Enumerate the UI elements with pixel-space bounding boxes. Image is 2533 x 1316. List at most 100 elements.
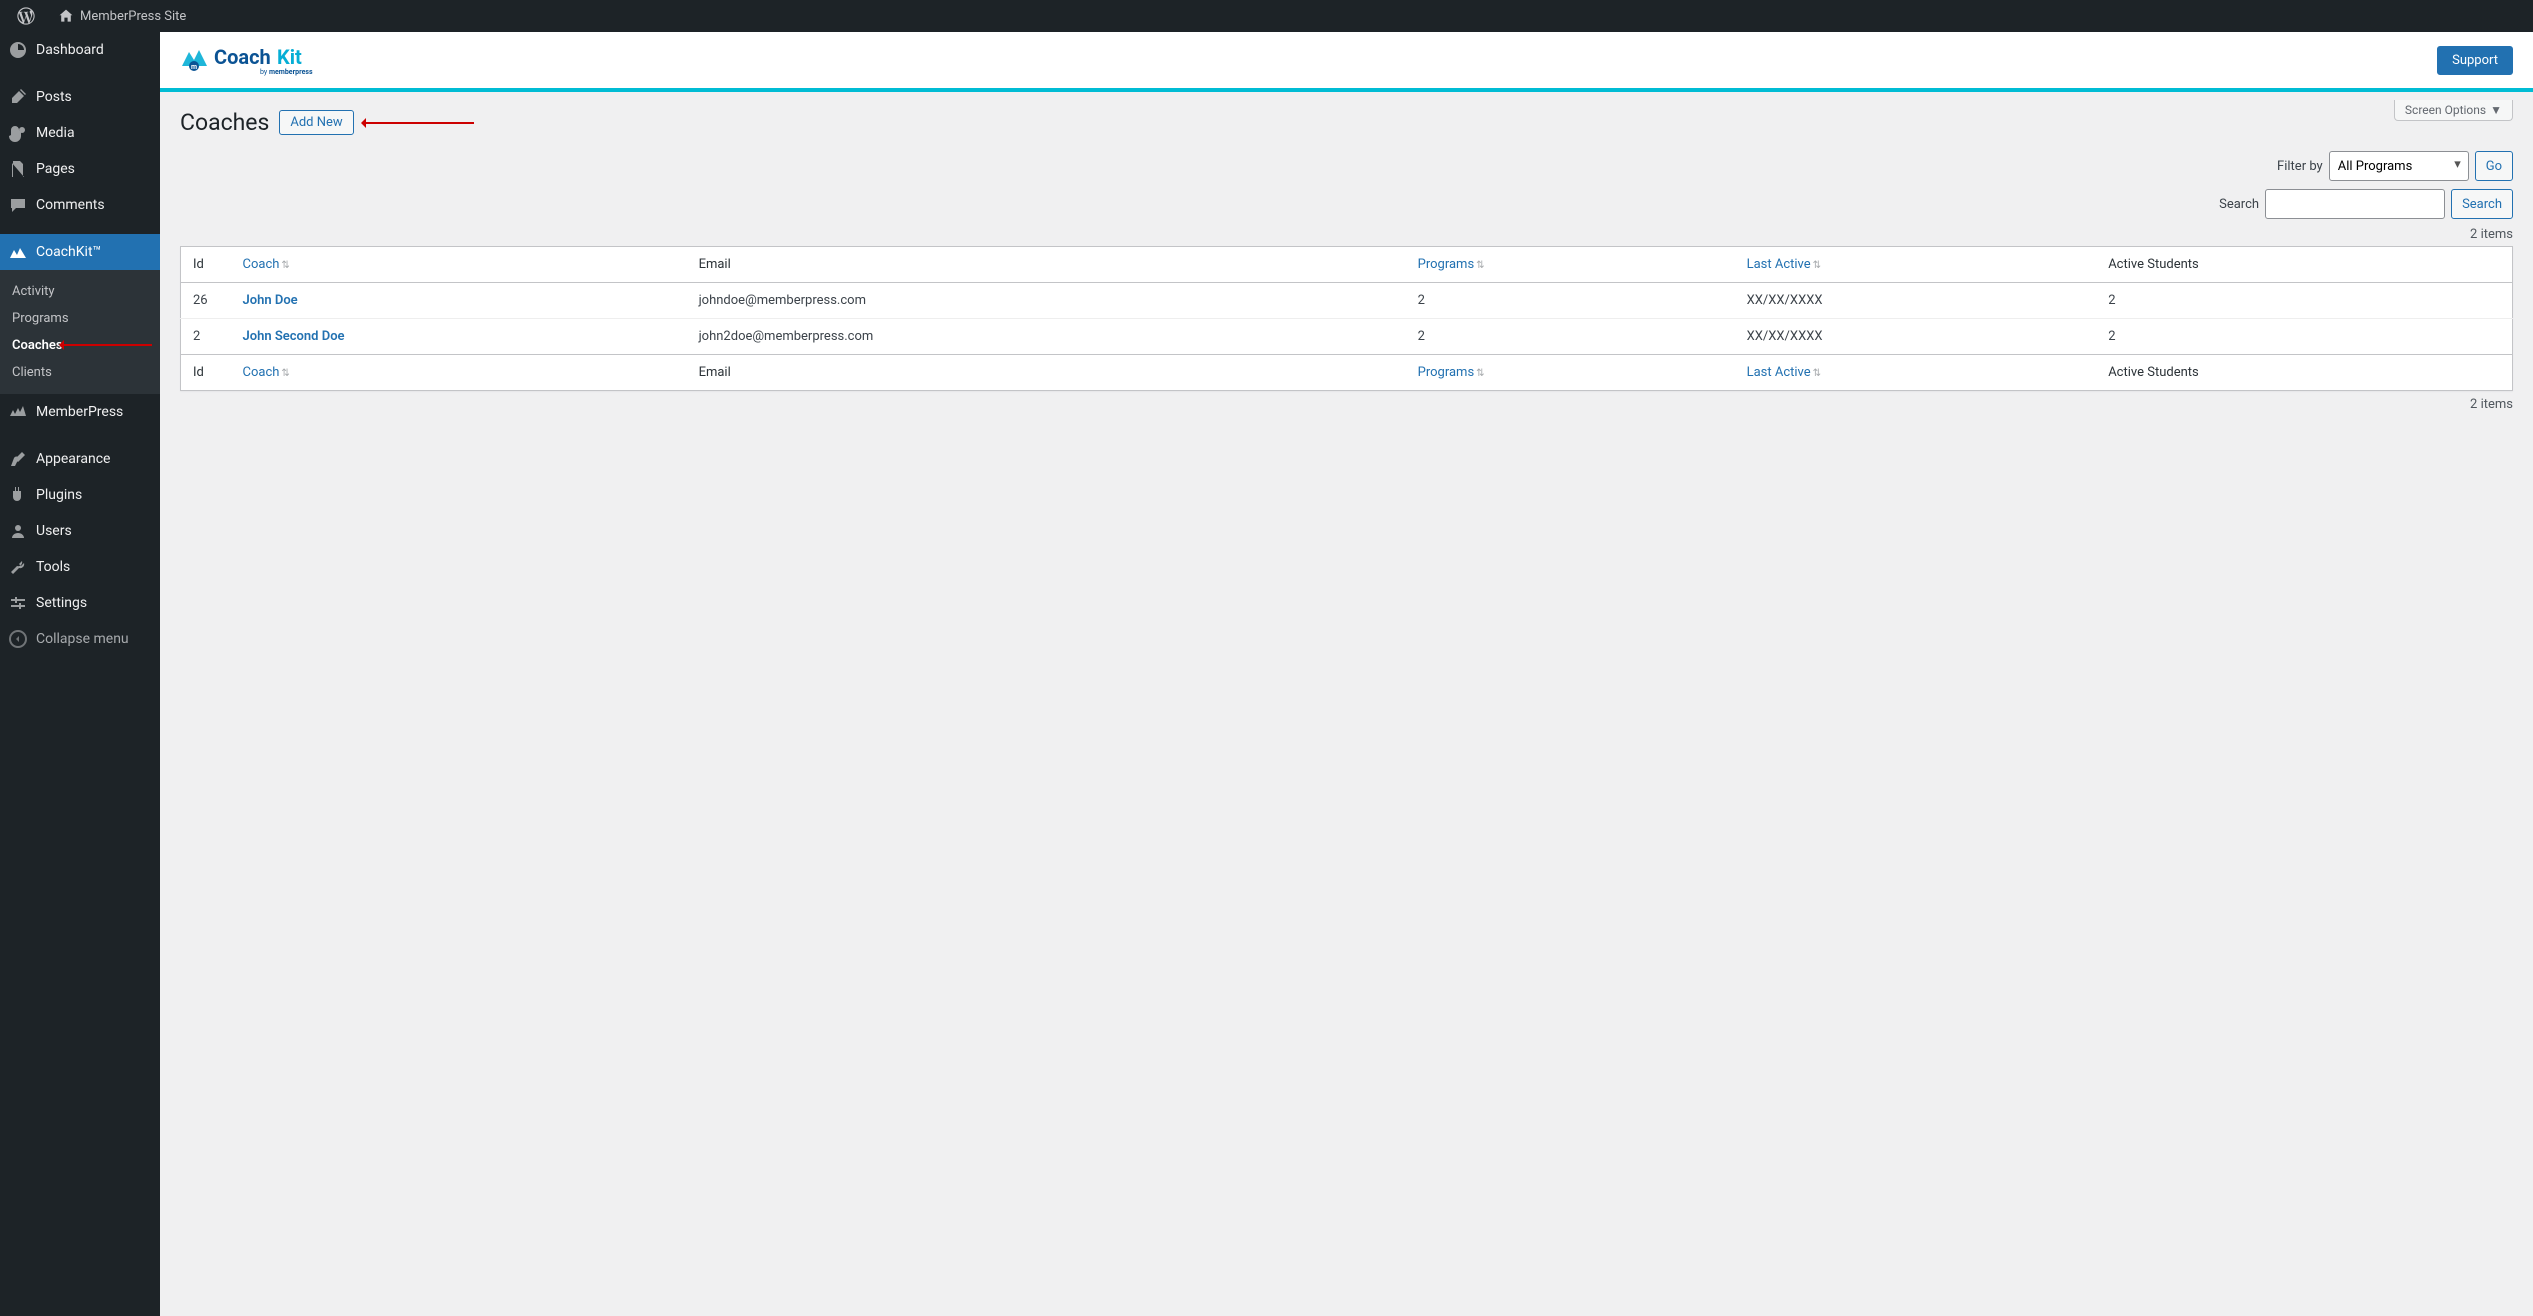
col-footer-id: Id xyxy=(181,355,231,391)
cell-programs: 2 xyxy=(1406,283,1735,319)
svg-text:Kit: Kit xyxy=(277,45,302,69)
tools-icon xyxy=(8,557,28,577)
col-footer-email: Email xyxy=(687,355,1406,391)
menu-label: Settings xyxy=(36,595,87,611)
menu-memberpress[interactable]: MemberPress xyxy=(0,394,160,430)
col-footer-last-active[interactable]: Last Active⇅ xyxy=(1735,355,2097,391)
menu-plugins[interactable]: Plugins xyxy=(0,477,160,513)
sort-icon: ⇅ xyxy=(1813,260,1821,271)
menu-label: Plugins xyxy=(36,487,82,503)
chevron-down-icon: ▼ xyxy=(2490,103,2502,117)
svg-text:Coach: Coach xyxy=(214,45,271,69)
cell-email: johndoe@memberpress.com xyxy=(687,283,1406,319)
menu-label: CoachKit™ xyxy=(36,244,101,260)
submenu-coaches[interactable]: Coaches xyxy=(0,332,160,359)
svg-text:by memberpress: by memberpress xyxy=(260,68,313,76)
coachkit-logo: m Coach Kit by memberpress xyxy=(180,42,360,78)
filter-go-button[interactable]: Go xyxy=(2475,151,2513,181)
cell-last-active: XX/XX/XXXX xyxy=(1735,283,2097,319)
menu-comments[interactable]: Comments xyxy=(0,187,160,223)
table-row: 2 John Second Doe john2doe@memberpress.c… xyxy=(181,319,2513,355)
items-count-bottom: 2 items xyxy=(180,397,2513,412)
col-footer-programs[interactable]: Programs⇅ xyxy=(1406,355,1735,391)
cell-programs: 2 xyxy=(1406,319,1735,355)
search-button[interactable]: Search xyxy=(2451,189,2513,219)
col-footer-active-students: Active Students xyxy=(2096,355,2512,391)
cell-last-active: XX/XX/XXXX xyxy=(1735,319,2097,355)
submenu-clients[interactable]: Clients xyxy=(0,359,160,386)
collapse-icon xyxy=(8,629,28,649)
menu-posts[interactable]: Posts xyxy=(0,79,160,115)
menu-label: Collapse menu xyxy=(36,631,129,647)
table-row: 26 John Doe johndoe@memberpress.com 2 XX… xyxy=(181,283,2513,319)
items-count-top: 2 items xyxy=(180,227,2513,242)
cell-active-students: 2 xyxy=(2096,319,2512,355)
site-name-label: MemberPress Site xyxy=(80,9,186,24)
menu-label: Tools xyxy=(36,559,70,575)
svg-text:m: m xyxy=(191,63,197,71)
page-title: Coaches xyxy=(180,109,269,136)
coaches-table: Id Coach⇅ Email Programs⇅ Last Active⇅ A… xyxy=(180,246,2513,391)
menu-settings[interactable]: Settings xyxy=(0,585,160,621)
filter-programs-select[interactable]: All Programs xyxy=(2329,151,2469,181)
main-content: m Coach Kit by memberpress Support Scree… xyxy=(160,0,2533,1316)
wordpress-logo[interactable] xyxy=(8,0,48,32)
submenu-activity[interactable]: Activity xyxy=(0,278,160,305)
menu-label: Appearance xyxy=(36,451,110,467)
menu-pages[interactable]: Pages xyxy=(0,151,160,187)
menu-appearance[interactable]: Appearance xyxy=(0,441,160,477)
menu-media[interactable]: Media xyxy=(0,115,160,151)
site-home-link[interactable]: MemberPress Site xyxy=(48,0,194,32)
menu-label: MemberPress xyxy=(36,404,123,420)
menu-label: Dashboard xyxy=(36,42,104,58)
col-header-coach[interactable]: Coach⇅ xyxy=(231,247,687,283)
memberpress-icon xyxy=(8,402,28,422)
submenu-programs[interactable]: Programs xyxy=(0,305,160,332)
col-footer-coach[interactable]: Coach⇅ xyxy=(231,355,687,391)
menu-label: Comments xyxy=(36,197,105,213)
annotation-arrow-icon xyxy=(364,115,474,130)
col-header-email: Email xyxy=(687,247,1406,283)
col-header-active-students: Active Students xyxy=(2096,247,2512,283)
coachkit-icon xyxy=(8,242,28,262)
menu-dashboard[interactable]: Dashboard xyxy=(0,32,160,68)
search-input[interactable] xyxy=(2265,189,2445,219)
menu-coachkit[interactable]: CoachKit™ xyxy=(0,234,160,270)
cell-active-students: 2 xyxy=(2096,283,2512,319)
menu-label: Media xyxy=(36,125,75,141)
coach-link[interactable]: John Second Doe xyxy=(243,329,345,344)
menu-tools[interactable]: Tools xyxy=(0,549,160,585)
admin-sidebar: Dashboard Posts Media Pages Comments Coa… xyxy=(0,32,160,1316)
coach-link[interactable]: John Doe xyxy=(243,293,298,308)
screen-options-toggle[interactable]: Screen Options ▼ xyxy=(2394,100,2513,121)
sort-icon: ⇅ xyxy=(1813,368,1821,379)
menu-label: Posts xyxy=(36,89,72,105)
menu-label: Pages xyxy=(36,161,75,177)
collapse-menu[interactable]: Collapse menu xyxy=(0,621,160,657)
support-button[interactable]: Support xyxy=(2437,46,2513,75)
col-header-programs[interactable]: Programs⇅ xyxy=(1406,247,1735,283)
coachkit-submenu: Activity Programs Coaches Clients xyxy=(0,270,160,394)
users-icon xyxy=(8,521,28,541)
brand-bar: m Coach Kit by memberpress Support xyxy=(160,32,2533,92)
sort-icon: ⇅ xyxy=(281,260,289,271)
sort-icon: ⇅ xyxy=(1476,260,1484,271)
col-header-last-active[interactable]: Last Active⇅ xyxy=(1735,247,2097,283)
media-icon xyxy=(8,123,28,143)
menu-label: Users xyxy=(36,523,72,539)
sort-icon: ⇅ xyxy=(1476,368,1484,379)
menu-users[interactable]: Users xyxy=(0,513,160,549)
sort-icon: ⇅ xyxy=(281,368,289,379)
dashboard-icon xyxy=(8,40,28,60)
search-label: Search xyxy=(2219,197,2259,212)
annotation-arrow-icon xyxy=(62,337,152,352)
posts-icon xyxy=(8,87,28,107)
comments-icon xyxy=(8,195,28,215)
screen-options-label: Screen Options xyxy=(2405,103,2486,117)
add-new-button[interactable]: Add New xyxy=(279,110,353,135)
wordpress-icon xyxy=(16,6,36,26)
admin-top-bar: MemberPress Site xyxy=(0,0,2533,32)
settings-icon xyxy=(8,593,28,613)
filter-by-label: Filter by xyxy=(2277,159,2323,174)
appearance-icon xyxy=(8,449,28,469)
